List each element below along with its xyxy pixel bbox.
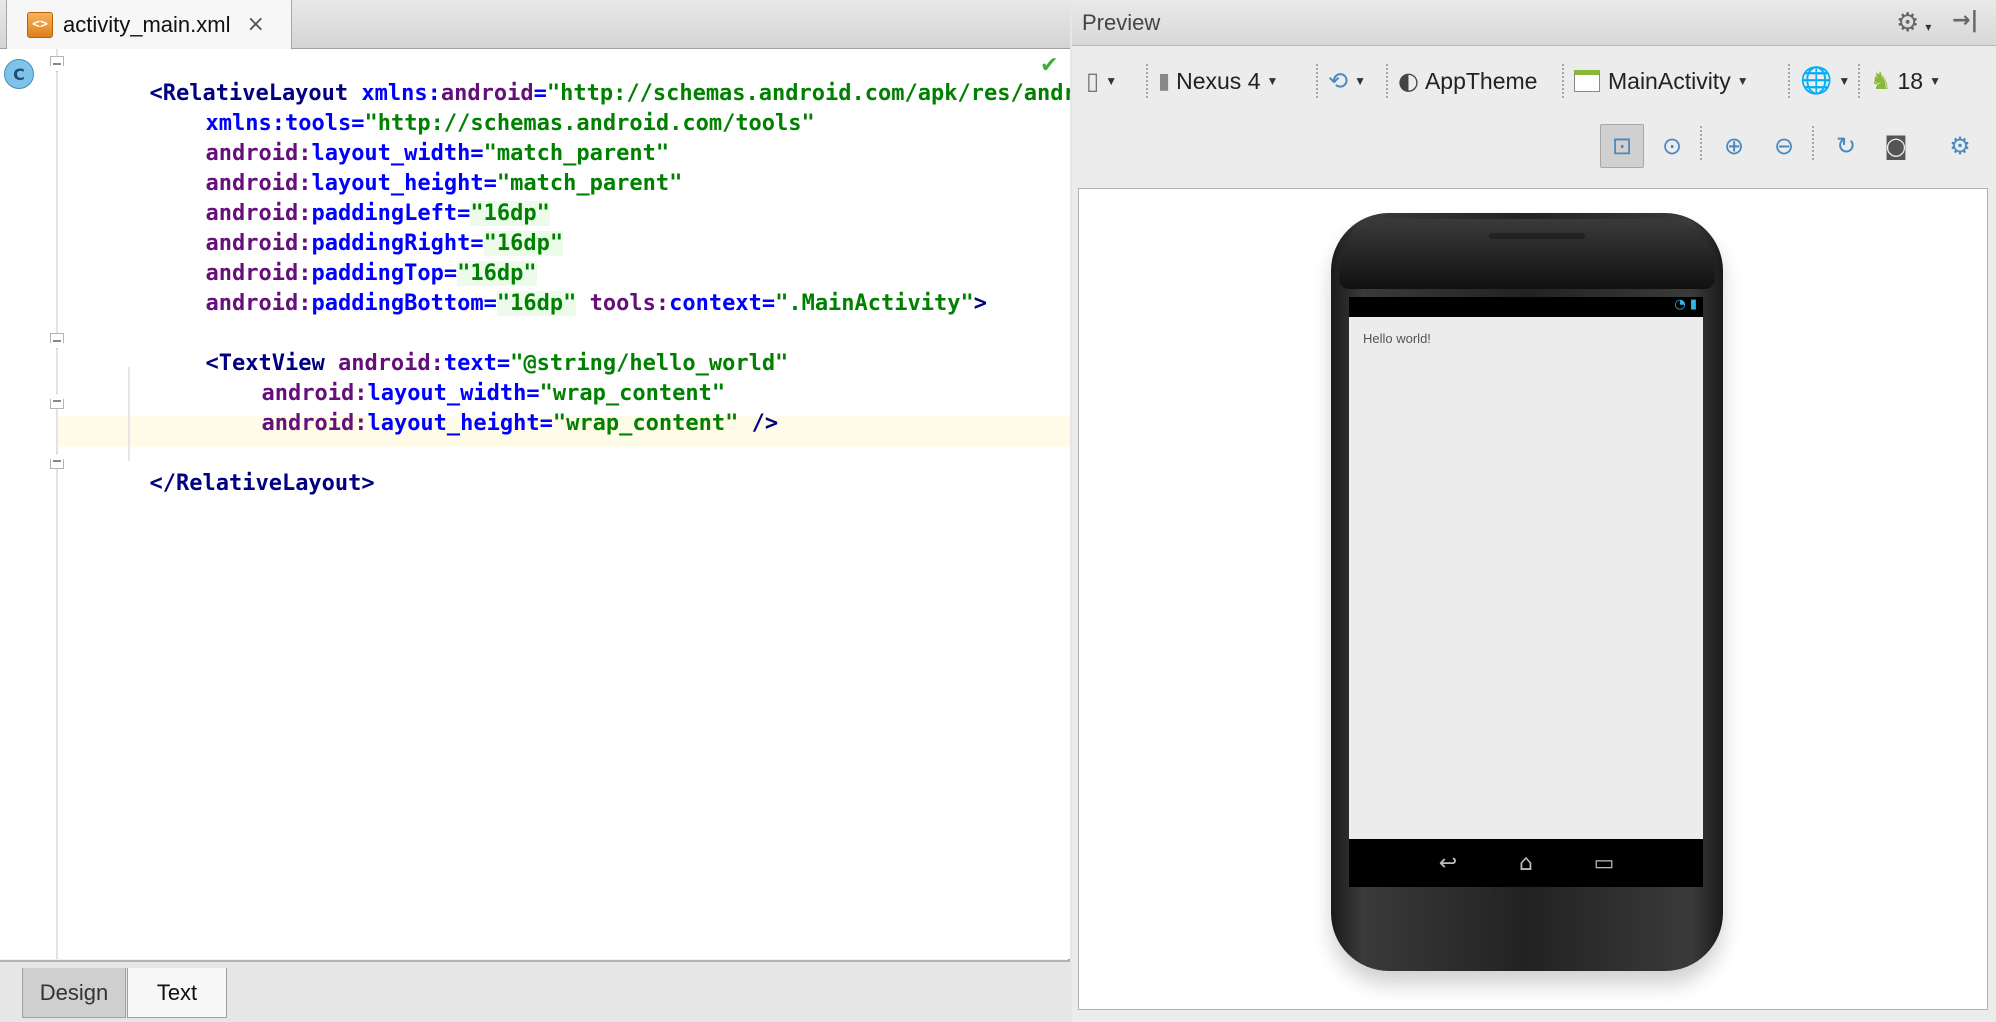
locale-icon: 🌐: [1800, 66, 1833, 96]
preview-config-toolbar: ▯ ▼ ▮ Nexus 4 ▼ ⟲ ▼ ◐ AppTheme MainActivity…: [1072, 54, 1996, 108]
editor-tab-bar: <> activity_main.xml ×: [0, 0, 1070, 49]
class-badge-icon[interactable]: C: [4, 59, 34, 89]
code-line: android:paddingTop="16dp": [205, 261, 537, 286]
gear-icon[interactable]: ⚙ ▾: [1896, 8, 1931, 38]
app-content[interactable]: Hello world!: [1349, 317, 1703, 839]
code-editor[interactable]: C ✔ <RelativeLayout xmlns:android="http:…: [0, 49, 1070, 959]
device-label: Nexus 4: [1176, 67, 1261, 94]
device-bezel-top: [1339, 219, 1715, 289]
fold-icon[interactable]: [50, 333, 64, 349]
status-bar: ◔ ▮: [1349, 297, 1703, 317]
device-frame: ◔ ▮ Hello world! ↩ ⌂ ▭: [1331, 213, 1723, 971]
file-tab-activity-main[interactable]: <> activity_main.xml ×: [6, 0, 292, 49]
device-speaker: [1489, 233, 1585, 239]
recents-icon: ▭: [1593, 850, 1615, 876]
editor-pane: <> activity_main.xml × C ✔ <RelativeLayo…: [0, 0, 1070, 1022]
preview-title: Preview: [1082, 10, 1161, 35]
api-level-label: 18: [1897, 67, 1924, 94]
camera-icon[interactable]: ◙: [1874, 124, 1918, 168]
device-config-button[interactable]: ▯ ▼: [1086, 54, 1117, 108]
zoom-actual-icon[interactable]: ⊙: [1650, 124, 1694, 168]
api-level-dropdown[interactable]: ♞ 18 ▼: [1870, 54, 1941, 108]
code-line: </RelativeLayout>: [149, 471, 375, 496]
code-line: android:layout_width="match_parent": [205, 141, 670, 166]
fold-icon[interactable]: [50, 393, 64, 409]
hello-world-text: Hello world!: [1363, 331, 1431, 346]
device-config-icon: ▯: [1086, 67, 1100, 95]
device-dropdown[interactable]: ▮ Nexus 4 ▼: [1158, 54, 1278, 108]
tab-text[interactable]: Text: [127, 968, 227, 1018]
code-line: xmlns:tools="http://schemas.android.com/…: [205, 111, 815, 136]
fold-icon[interactable]: [50, 453, 64, 469]
editor-mode-tabs: Design Text: [0, 960, 1070, 1022]
close-icon[interactable]: ×: [246, 12, 264, 37]
tab-design[interactable]: Design: [22, 968, 126, 1018]
gutter: C: [0, 49, 64, 959]
device-icon: ▮: [1158, 68, 1171, 94]
refresh-icon[interactable]: ↻: [1824, 124, 1868, 168]
code-line: android:paddingLeft="16dp": [205, 201, 550, 226]
settings-icon[interactable]: ⚙: [1938, 124, 1982, 168]
zoom-fit-icon[interactable]: ⊡: [1600, 124, 1644, 168]
pin-icon[interactable]: →|: [1952, 8, 1978, 33]
code-line: android:layout_width="wrap_content": [261, 381, 726, 406]
android-icon: ♞: [1870, 67, 1892, 95]
fold-icon[interactable]: [50, 56, 64, 72]
file-tab-label: activity_main.xml: [63, 11, 231, 37]
nav-bar: ↩ ⌂ ▭: [1349, 839, 1703, 887]
zoom-out-icon[interactable]: ⊖: [1762, 124, 1806, 168]
xml-file-icon: <>: [27, 11, 53, 38]
layout-icon: [1574, 70, 1600, 92]
preview-pane: Preview ⚙ ▾ →| ▯ ▼ ▮ Nexus 4 ▼ ⟲ ▼ ◐ AppThem…: [1072, 0, 1996, 1022]
battery-icon: ▮: [1689, 297, 1697, 312]
home-icon: ⌂: [1519, 850, 1533, 876]
device-screen: ◔ ▮ Hello world! ↩ ⌂ ▭: [1349, 297, 1703, 887]
code-line: android:layout_height="match_parent": [205, 171, 683, 196]
theme-icon: ◐: [1398, 67, 1419, 95]
preview-header: Preview ⚙ ▾ →|: [1072, 0, 1996, 46]
code-line: android:paddingRight="16dp": [205, 231, 564, 256]
code-line: android:layout_height="wrap_content" />: [261, 411, 779, 436]
code-line: <RelativeLayout xmlns:android="http://sc…: [149, 81, 1070, 106]
theme-label: AppTheme: [1424, 67, 1538, 94]
code-line: android:paddingBottom="16dp" tools:conte…: [205, 291, 988, 316]
orientation-icon: ⟲: [1328, 67, 1349, 95]
orientation-dropdown[interactable]: ⟲ ▼: [1328, 54, 1366, 108]
zoom-in-icon[interactable]: ⊕: [1712, 124, 1756, 168]
activity-label: MainActivity: [1608, 67, 1731, 94]
theme-dropdown[interactable]: ◐ AppTheme: [1398, 54, 1537, 108]
preview-zoom-toolbar: ⊡ ⊙ ⊕ ⊖ ↻ ◙ ⚙: [1072, 120, 1996, 174]
back-icon: ↩: [1438, 850, 1458, 876]
locale-dropdown[interactable]: 🌐 ▼: [1800, 54, 1850, 108]
code-line: <TextView android:text="@string/hello_wo…: [205, 351, 789, 376]
wifi-icon: ◔: [1674, 297, 1686, 312]
activity-dropdown[interactable]: MainActivity ▼: [1574, 54, 1749, 108]
preview-canvas[interactable]: ◔ ▮ Hello world! ↩ ⌂ ▭: [1078, 188, 1988, 1010]
